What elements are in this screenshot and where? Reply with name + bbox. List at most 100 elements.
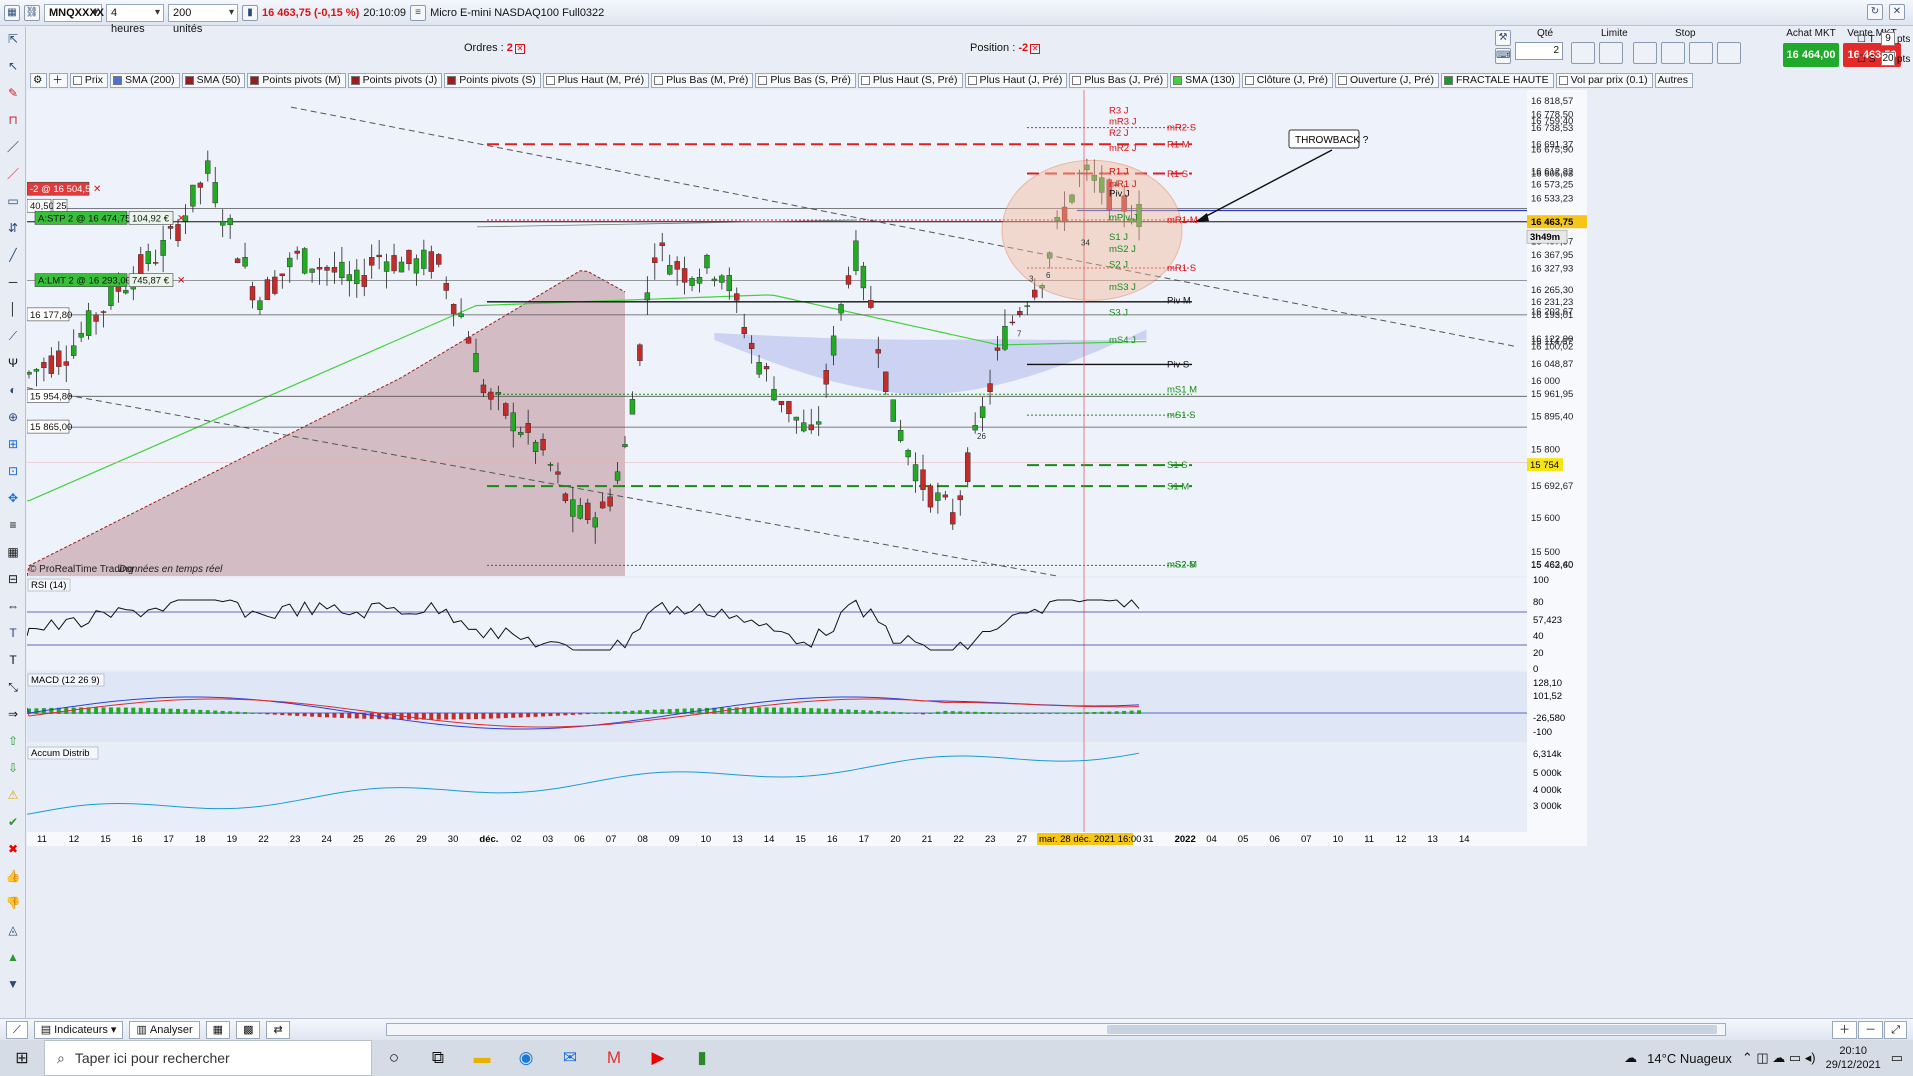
candle[interactable] [868, 300, 874, 308]
candle[interactable] [875, 349, 881, 354]
candle[interactable] [301, 248, 308, 274]
drawing-tool-icon[interactable]: ⊟ [5, 571, 21, 587]
drawing-tool-icon[interactable]: ⊡ [5, 463, 21, 479]
indicator-chip[interactable]: Autres [1654, 73, 1693, 88]
drawing-tool-icon[interactable]: ⇔ [5, 598, 21, 614]
drawing-tool-icon[interactable]: ／ [5, 139, 21, 155]
mail-icon[interactable]: ✉ [548, 1040, 592, 1076]
candle[interactable] [354, 269, 360, 284]
indicator-chip[interactable]: Points pivots (M) [247, 73, 346, 88]
drawing-tool-icon[interactable]: ⚠ [5, 787, 21, 803]
candle[interactable] [562, 493, 569, 502]
task-view-icon[interactable]: ⧉ [416, 1040, 460, 1076]
candle[interactable] [108, 285, 114, 306]
drawing-tool-icon[interactable]: ⊞ [5, 436, 21, 452]
candle[interactable] [622, 444, 628, 447]
candle[interactable] [547, 464, 554, 466]
candle[interactable] [771, 388, 777, 401]
indicator-chip[interactable]: Ouverture (J, Pré) [1334, 73, 1439, 88]
indicators-button[interactable]: ▤ Indicateurs ▾ [33, 1020, 124, 1039]
candle[interactable] [644, 292, 651, 301]
candle[interactable] [704, 254, 710, 269]
candle[interactable] [190, 184, 196, 207]
drawing-tool-icon[interactable]: ⇵ [5, 220, 21, 236]
indicator-chip[interactable]: SMA (200) [110, 73, 180, 88]
drawing-tool-icon[interactable]: ↖ [5, 58, 21, 74]
candle[interactable] [1009, 321, 1016, 324]
candle[interactable] [711, 278, 718, 282]
candle[interactable] [987, 383, 993, 392]
s-checkbox[interactable]: ☐ S [1857, 54, 1875, 65]
drawing-tool-icon[interactable]: ⇧ [5, 733, 21, 749]
candle[interactable] [577, 505, 583, 519]
candle[interactable] [845, 275, 852, 285]
candle[interactable] [376, 254, 382, 258]
indicator-chip[interactable]: FRACTALE HAUTE [1441, 73, 1554, 88]
candle[interactable] [495, 392, 502, 395]
price-chart[interactable]: THROWBACK ? R3 JmR3 JR2 J mR2 S mR2 J R1 M R1… [27, 90, 1913, 1018]
candle[interactable] [920, 469, 926, 490]
position-count[interactable]: Position : -2 ✕ [970, 42, 1041, 54]
cortana-icon[interactable]: ○ [372, 1040, 416, 1076]
candle[interactable] [78, 332, 84, 338]
tray-icons[interactable]: ⌃ ◫ ☁ ▭ ◂) [1742, 1050, 1816, 1066]
candle[interactable] [808, 424, 814, 431]
candle[interactable] [205, 160, 211, 174]
candle[interactable] [592, 517, 598, 528]
candle[interactable] [830, 335, 837, 356]
drawing-tool-icon[interactable]: ▦ [5, 544, 21, 560]
refresh-icon[interactable]: ↻ [1867, 4, 1883, 20]
drawing-tool-icon[interactable]: ⇱ [5, 31, 21, 47]
indicator-chip[interactable]: Plus Haut (M, Pré) [542, 73, 650, 88]
drawing-tool-icon[interactable]: ╱ [5, 247, 21, 263]
time-scrollbar[interactable] [386, 1023, 1726, 1036]
candle[interactable] [972, 425, 978, 431]
drawing-tool-icon[interactable]: 👍 [5, 868, 21, 884]
weather-icon[interactable]: ☁ [1624, 1050, 1637, 1066]
candle[interactable] [555, 471, 561, 475]
candle[interactable] [1024, 305, 1030, 307]
candle[interactable] [763, 366, 770, 370]
candle[interactable] [793, 416, 800, 421]
gmail-icon[interactable]: M [592, 1040, 636, 1076]
candle[interactable] [570, 499, 576, 517]
candle[interactable] [339, 261, 345, 279]
candle[interactable] [85, 310, 92, 336]
edge-icon[interactable]: ◉ [504, 1040, 548, 1076]
candle[interactable] [741, 327, 747, 335]
candle[interactable] [860, 265, 867, 289]
symbol-dropdown[interactable]: MNQXXXX [44, 3, 104, 22]
analyze-button[interactable]: ▥ Analyser [129, 1020, 200, 1039]
candle[interactable] [48, 355, 55, 374]
candle[interactable] [1017, 311, 1023, 315]
stop-order-button[interactable] [1689, 42, 1713, 64]
candle[interactable] [465, 337, 472, 344]
drawing-tool-icon[interactable]: ／ [5, 166, 21, 182]
candle[interactable] [264, 279, 271, 300]
candle[interactable] [287, 257, 293, 268]
indicator-chip[interactable]: Plus Haut (S, Pré) [857, 73, 963, 88]
t-checkbox[interactable]: ☐ T [1857, 34, 1875, 45]
candle[interactable] [361, 275, 367, 287]
layout-icon[interactable]: ▦ [205, 1020, 231, 1039]
chart-config-icon[interactable]: ⚙ [30, 73, 48, 88]
candle[interactable] [100, 311, 107, 313]
candle[interactable] [175, 224, 181, 241]
candle[interactable] [436, 254, 442, 265]
units-dropdown[interactable]: 200 unités [168, 3, 238, 35]
layout3-icon[interactable]: ⇄ [266, 1020, 290, 1039]
scroll-thumb[interactable] [1107, 1025, 1717, 1034]
drawing-tool-icon[interactable]: ✖ [5, 841, 21, 857]
prorealtime-icon[interactable]: ▮ [680, 1040, 724, 1076]
candle[interactable] [138, 254, 144, 275]
candle[interactable] [1002, 326, 1008, 350]
layout2-icon[interactable]: ▩ [236, 1020, 261, 1039]
candle[interactable] [816, 421, 822, 425]
candle[interactable] [272, 276, 278, 294]
drawing-tool-icon[interactable]: ⇒ [5, 706, 21, 722]
candle[interactable] [838, 304, 844, 314]
qty-input[interactable]: 2 [1515, 42, 1563, 60]
candle[interactable] [890, 399, 896, 422]
youtube-icon[interactable]: ▶ [636, 1040, 680, 1076]
zoom-out-icon[interactable]: － [1858, 1021, 1883, 1039]
